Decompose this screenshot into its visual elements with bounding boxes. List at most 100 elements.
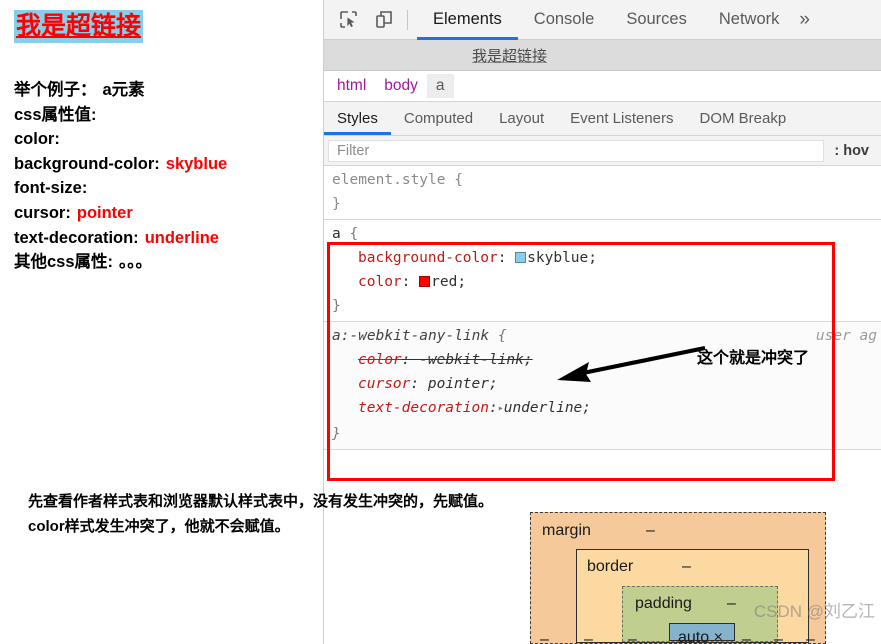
inspect-element-icon[interactable] <box>334 6 362 34</box>
note-label: color: <box>14 130 60 149</box>
note-value: skyblue <box>165 154 228 173</box>
note-value: a元素 <box>102 81 145 99</box>
note-value: pointer <box>76 203 133 222</box>
rule-close-brace: } <box>332 196 341 212</box>
styles-rule-list: element.style { } a { background-color: … <box>324 166 881 450</box>
declaration-color[interactable]: color: red; <box>332 270 881 294</box>
note-label: font-size: <box>14 179 88 198</box>
sample-hyperlink[interactable]: 我是超链接 <box>14 10 144 44</box>
property-name: color <box>358 352 402 368</box>
property-value: skyblue <box>527 250 589 266</box>
note-line: background-color: skyblue <box>14 152 227 177</box>
annotation-conflict-label: 这个就是冲突了 <box>697 350 810 367</box>
bottom-note-line-1: 先查看作者样式表和浏览器默认样式表中，没有发生冲突的，先赋值。 <box>28 493 494 510</box>
box-model-content-region[interactable]: auto × auto <box>669 623 735 643</box>
style-rule-webkit-any-link: user ag a:-webkit-any-link { color: -web… <box>324 322 881 450</box>
note-label: background-color: <box>14 154 160 173</box>
declaration-background-color[interactable]: background-color: skyblue; <box>332 246 881 270</box>
note-line: text-decoration: underline <box>14 226 227 251</box>
tab-network[interactable]: Network <box>703 0 796 40</box>
breadcrumb: html body a <box>324 71 881 102</box>
property-name: background-color <box>358 250 498 266</box>
note-value: 。。。 <box>119 253 153 272</box>
bottom-annotation-note: 先查看作者样式表和浏览器默认样式表中，没有发生冲突的，先赋值。 color样式发… <box>28 489 493 539</box>
styles-filter-bar: : hov <box>324 136 881 166</box>
bottom-note-line-2: color样式发生冲突了，他就不会赋值。 <box>28 518 290 535</box>
device-toolbar-icon[interactable] <box>370 6 398 34</box>
note-label: 其他css属性: <box>14 253 114 272</box>
rule-origin-label: user ag <box>815 328 877 344</box>
box-model-dash-left-border[interactable]: – <box>584 631 593 643</box>
tab-computed[interactable]: Computed <box>391 102 486 135</box>
note-line: 举个例子： a元素 <box>14 78 227 103</box>
note-label: cursor: <box>14 203 71 222</box>
tab-event-listeners[interactable]: Event Listeners <box>557 102 686 135</box>
style-rule-element-style: element.style { } <box>324 166 881 220</box>
screenshot-root: 我是超链接 举个例子： a元素 css属性值: color: background… <box>0 0 881 644</box>
box-model-padding-value[interactable]: – <box>727 595 736 613</box>
notes-list: 举个例子： a元素 css属性值: color: background-color… <box>14 78 227 275</box>
box-model-padding-label: padding <box>635 595 692 612</box>
selector-text: element.style <box>332 172 446 188</box>
box-model-diagram: margin – border – padding – auto × auto … <box>530 512 826 644</box>
box-model-border-region: border – padding – auto × auto <box>576 549 809 643</box>
property-name: cursor <box>358 376 411 392</box>
box-model-margin-label: margin <box>542 522 591 539</box>
box-model-dash-right-padding[interactable]: – <box>742 631 751 643</box>
tab-elements[interactable]: Elements <box>417 0 518 40</box>
property-value: underline <box>503 400 583 416</box>
note-line: cursor: pointer <box>14 201 227 226</box>
note-value: underline <box>144 228 219 247</box>
box-model-border-label: border <box>587 558 634 575</box>
property-name: color <box>358 274 402 290</box>
note-line: font-size: <box>14 176 227 201</box>
dom-preview-strip: 我是超链接 <box>324 40 881 71</box>
tab-sources[interactable]: Sources <box>610 0 703 40</box>
box-model-margin-value[interactable]: – <box>646 522 655 540</box>
dom-preview-text: 我是超链接 <box>472 48 548 65</box>
declaration-cursor[interactable]: cursor: pointer; <box>332 372 881 396</box>
rendered-page-area: 我是超链接 举个例子： a元素 css属性值: color: background… <box>0 0 323 644</box>
devtools-toolbar: Elements Console Sources Network » <box>324 0 881 40</box>
selector-text: a <box>332 226 341 242</box>
selector-text: a:-webkit-any-link <box>332 328 490 344</box>
rule-close-brace: } <box>332 426 341 442</box>
tab-console[interactable]: Console <box>518 0 611 40</box>
tab-styles[interactable]: Styles <box>324 102 391 135</box>
hov-toggle-button[interactable]: : hov <box>824 143 877 159</box>
color-swatch-skyblue[interactable] <box>515 252 527 263</box>
note-label: 举个例子： <box>14 81 97 99</box>
tab-dom-breakpoints[interactable]: DOM Breakp <box>687 102 800 135</box>
property-name: text-decoration <box>358 400 489 416</box>
toolbar-divider <box>407 9 408 30</box>
tab-layout[interactable]: Layout <box>486 102 557 135</box>
note-line: color: <box>14 127 227 152</box>
box-model-dash-right-border[interactable]: – <box>774 631 783 643</box>
devtools-tablist: Elements Console Sources Network <box>417 0 795 40</box>
styles-pane-tablist: Styles Computed Layout Event Listeners D… <box>324 102 881 136</box>
breadcrumb-item-body[interactable]: body <box>375 74 427 98</box>
note-line: 其他css属性: 。。。 <box>14 250 227 275</box>
color-swatch-red[interactable] <box>419 276 431 287</box>
box-model-dash-left-padding[interactable]: – <box>628 631 637 643</box>
property-value: pointer <box>427 376 489 392</box>
property-value: red <box>431 274 458 290</box>
breadcrumb-item-a[interactable]: a <box>426 74 454 98</box>
rule-selector-line[interactable]: element.style { <box>332 168 881 192</box>
note-label: text-decoration: <box>14 228 139 247</box>
property-value: -webkit-link <box>419 352 524 368</box>
box-model-dash-right-margin[interactable]: – <box>806 631 815 643</box>
rule-selector-line[interactable]: a { <box>332 222 881 246</box>
box-model-dash-left-margin[interactable]: – <box>540 631 549 643</box>
style-rule-a: a { background-color: skyblue; color: re… <box>324 220 881 322</box>
expand-triangle-icon[interactable]: ▸ <box>498 397 504 421</box>
declaration-text-decoration[interactable]: text-decoration:▸underline; <box>332 396 881 422</box>
breadcrumb-item-html[interactable]: html <box>328 74 375 98</box>
box-model-border-value[interactable]: – <box>682 558 691 576</box>
watermark: CSDN @刘乙江 <box>753 602 875 621</box>
note-label: css属性值: <box>14 105 97 124</box>
rule-close-brace: } <box>332 298 341 314</box>
styles-filter-input[interactable] <box>328 139 825 162</box>
more-tabs-icon[interactable]: » <box>795 0 816 40</box>
note-line: css属性值: <box>14 103 227 128</box>
